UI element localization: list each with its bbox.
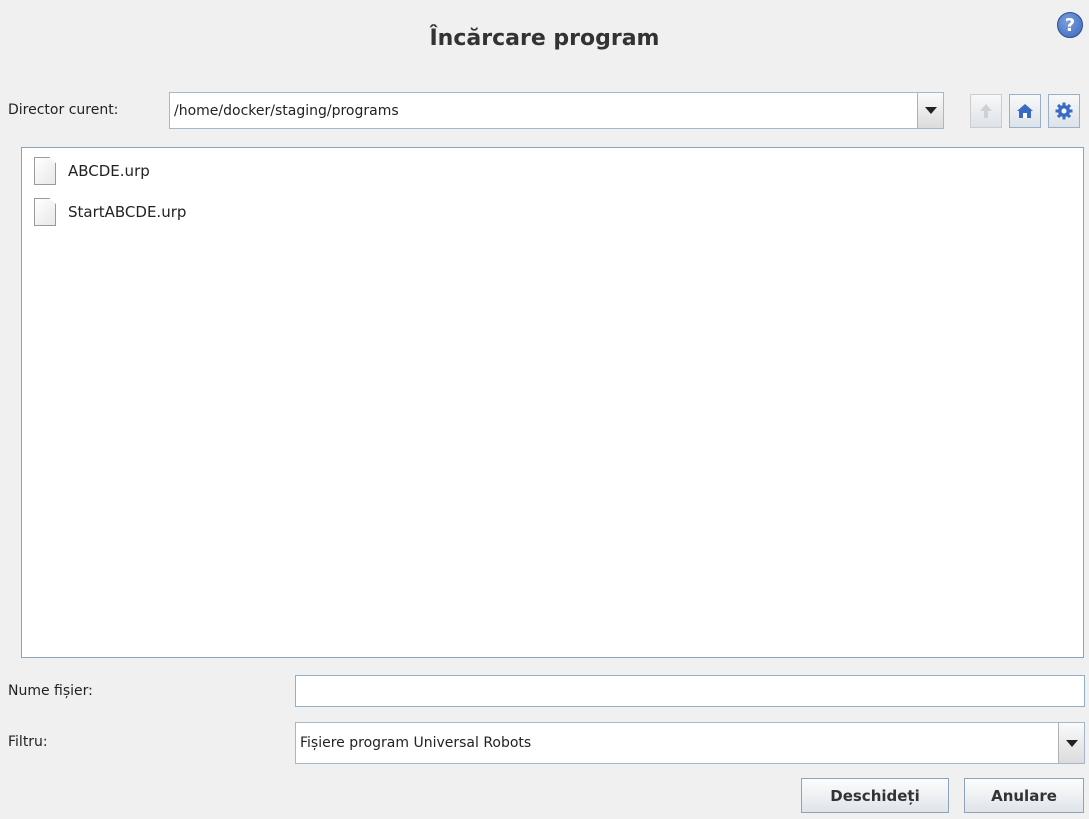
filter-value: Fișiere program Universal Robots bbox=[300, 735, 532, 751]
chevron-down-icon bbox=[924, 107, 937, 114]
gear-icon bbox=[1055, 102, 1073, 120]
home-icon bbox=[1017, 104, 1033, 118]
file-icon bbox=[34, 157, 56, 185]
open-button[interactable]: Deschideți bbox=[801, 778, 949, 813]
settings-button[interactable] bbox=[1048, 94, 1080, 128]
filename-input[interactable] bbox=[295, 675, 1085, 707]
filter-dropdown-button[interactable] bbox=[1058, 723, 1084, 763]
file-item[interactable]: ABCDE.urp bbox=[34, 156, 150, 186]
filter-combo[interactable]: Fișiere program Universal Robots bbox=[295, 722, 1085, 764]
help-question-icon[interactable]: ? bbox=[1057, 12, 1083, 38]
directory-dropdown-button[interactable] bbox=[917, 93, 943, 128]
file-list[interactable]: ABCDE.urp StartABCDE.urp bbox=[21, 147, 1084, 658]
home-directory-button[interactable] bbox=[1009, 94, 1041, 128]
current-directory-label: Director curent: bbox=[8, 102, 119, 118]
file-item[interactable]: StartABCDE.urp bbox=[34, 197, 186, 227]
file-name: StartABCDE.urp bbox=[68, 203, 187, 221]
dialog-title: Încărcare program bbox=[429, 26, 660, 51]
file-name: ABCDE.urp bbox=[68, 162, 150, 180]
filter-label: Filtru: bbox=[8, 734, 48, 750]
parent-directory-button[interactable] bbox=[970, 94, 1002, 128]
filename-label: Nume fișier: bbox=[8, 683, 93, 699]
cancel-button[interactable]: Anulare bbox=[964, 778, 1084, 813]
current-directory-combo[interactable]: /home/docker/staging/programs bbox=[169, 92, 944, 129]
current-directory-value: /home/docker/staging/programs bbox=[174, 102, 399, 119]
file-icon bbox=[34, 198, 56, 226]
chevron-down-icon bbox=[1065, 739, 1078, 747]
arrow-up-icon bbox=[980, 104, 992, 118]
